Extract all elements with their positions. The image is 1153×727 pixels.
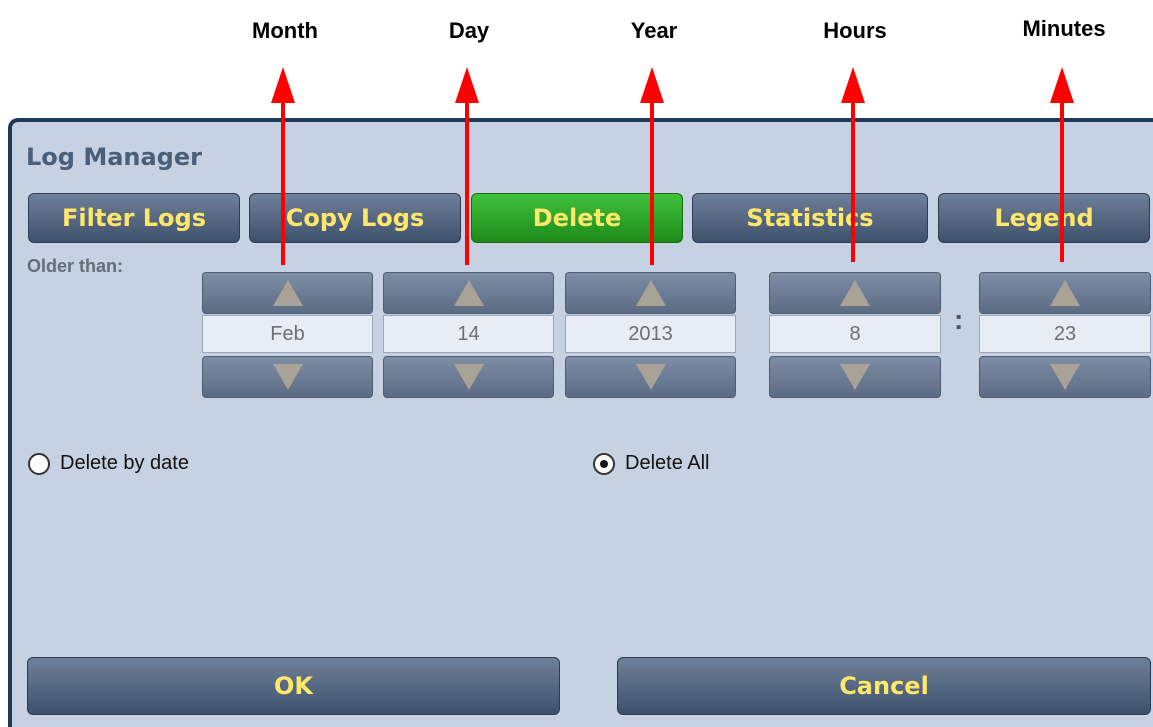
triangle-up-icon <box>272 280 303 306</box>
hours-arrowhead <box>841 67 865 103</box>
window-title: Log Manager <box>26 143 202 171</box>
delete-by-date-option[interactable]: Delete by date <box>28 452 189 475</box>
triangle-up-icon <box>635 280 666 306</box>
hours-increment-button[interactable] <box>769 272 941 314</box>
triangle-up-icon <box>840 280 870 306</box>
triangle-up-icon <box>453 280 484 306</box>
year-value: 2013 <box>565 315 736 353</box>
hours-value: 8 <box>769 315 941 353</box>
month-increment-button[interactable] <box>202 272 373 314</box>
month-value: Feb <box>202 315 373 353</box>
callout-month-label: Month <box>252 18 318 43</box>
minutes-decrement-button[interactable] <box>979 356 1151 398</box>
older-than-label: Older than: <box>27 256 124 276</box>
month-arrowhead <box>271 67 295 103</box>
delete-all-label: Delete All <box>625 452 710 474</box>
hours-decrement-button[interactable] <box>769 356 941 398</box>
delete-all-option[interactable]: Delete All <box>593 452 710 475</box>
time-separator: : <box>954 304 964 335</box>
triangle-up-icon <box>1050 280 1080 306</box>
delete-by-date-label: Delete by date <box>60 452 189 474</box>
callout-hours-label: Hours <box>823 18 887 43</box>
tab-statistics[interactable]: Statistics <box>692 193 928 243</box>
ok-button[interactable]: OK <box>27 657 560 715</box>
day-arrowhead <box>455 67 479 103</box>
year-increment-button[interactable] <box>565 272 736 314</box>
triangle-down-icon <box>272 364 303 390</box>
minutes-increment-button[interactable] <box>979 272 1151 314</box>
triangle-down-icon <box>635 364 666 390</box>
delete-by-date-radio[interactable] <box>28 452 50 475</box>
tab-filter-logs[interactable]: Filter Logs <box>28 193 240 243</box>
cancel-button[interactable]: Cancel <box>617 657 1151 715</box>
tab-copy-logs[interactable]: Copy Logs <box>249 193 461 243</box>
triangle-down-icon <box>1050 364 1080 390</box>
month-decrement-button[interactable] <box>202 356 373 398</box>
delete-all-radio[interactable] <box>593 452 615 475</box>
callout-year-label: Year <box>630 18 678 43</box>
day-decrement-button[interactable] <box>383 356 554 398</box>
callout-day-label: Day <box>448 18 490 43</box>
day-increment-button[interactable] <box>383 272 554 314</box>
day-value: 14 <box>383 315 554 353</box>
minutes-value: 23 <box>979 315 1151 353</box>
triangle-down-icon <box>453 364 484 390</box>
year-decrement-button[interactable] <box>565 356 736 398</box>
minutes-arrowhead <box>1050 67 1074 103</box>
triangle-down-icon <box>840 364 870 390</box>
radio-selected-dot <box>600 459 608 468</box>
callout-minutes-label: Minutes <box>1022 16 1106 41</box>
tab-legend[interactable]: Legend <box>938 193 1150 243</box>
tab-delete[interactable]: Delete <box>471 193 683 243</box>
year-arrowhead <box>640 67 664 103</box>
